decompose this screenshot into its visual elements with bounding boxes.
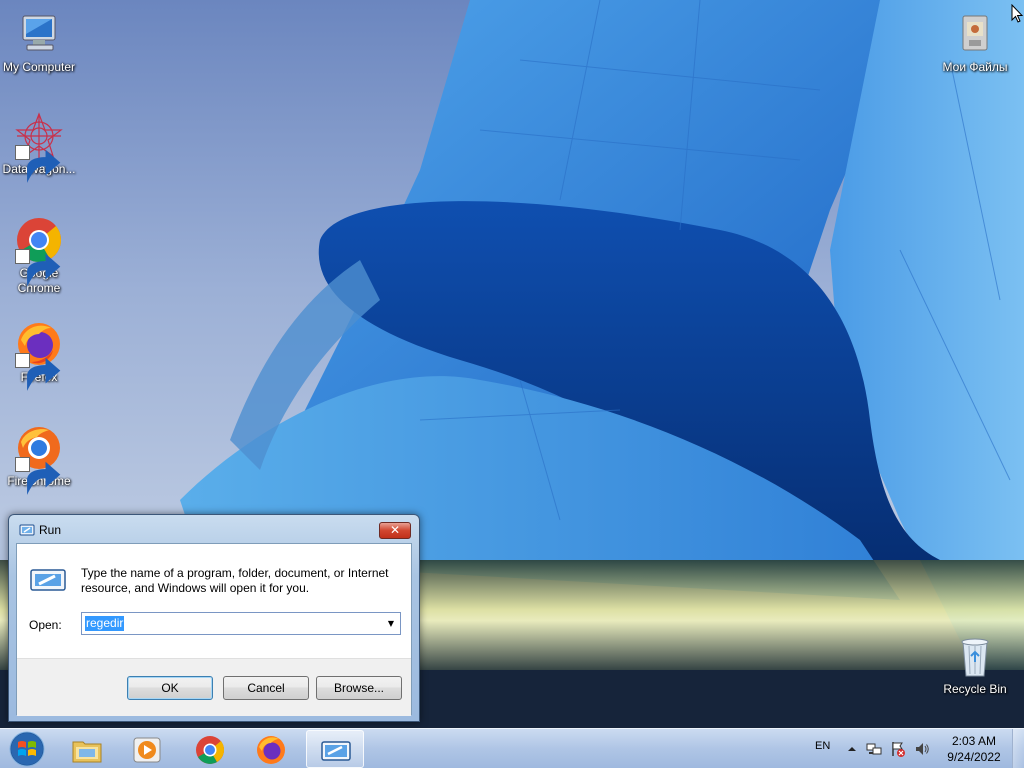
desktop-icon-firefox[interactable]: Firefox [0,320,78,391]
taskbar-run[interactable] [306,730,364,768]
desktop-icon-moi-faily[interactable]: Мои Файлы [936,10,1014,75]
shortcut-arrow-icon [15,145,61,183]
show-hidden-icons-icon[interactable] [844,741,860,757]
open-input-selected-text: regedir [85,616,125,631]
shortcut-arrow-icon [15,353,61,391]
taskbar-chrome[interactable] [181,730,239,768]
run-icon [321,741,351,761]
windows-start-icon [9,731,45,767]
desktop-icon-label: Мои Файлы [942,60,1008,74]
cancel-button[interactable]: Cancel [223,676,309,700]
desktop-icon-label: My Computer [2,60,76,74]
taskbar-media-player[interactable] [118,730,176,768]
shortcut-arrow-icon [15,249,61,287]
clock-date[interactable]: 9/24/2022 [938,750,1010,764]
run-client-area: Type the name of a program, folder, docu… [16,543,412,716]
dropdown-arrow-icon[interactable]: ▼ [384,615,398,632]
open-input[interactable] [84,615,374,632]
open-label: Open: [29,618,62,632]
user-folder-icon [951,10,999,58]
run-icon [19,524,35,536]
firefox-icon [257,736,285,764]
computer-icon [15,10,63,58]
desktop-icon-datawagon[interactable]: DataWagon... [0,112,78,183]
taskbar: EN 2:03 AM 9/24/2022 [0,728,1024,768]
volume-icon[interactable] [914,741,930,757]
recycle-bin-icon [951,632,999,680]
desktop-icon-my-computer[interactable]: My Computer [0,10,78,75]
action-center-flag-icon[interactable] [890,741,906,757]
desktop-icon-firechrome[interactable]: FireChrome [0,424,78,495]
show-desktop-button[interactable] [1012,729,1024,768]
taskbar-explorer[interactable] [58,730,116,768]
desktop-icon-recycle-bin[interactable]: Recycle Bin [936,632,1014,697]
open-combobox[interactable]: regedir ▼ [81,612,401,635]
firefox-icon [15,320,63,391]
desktop-icon-google-chrome[interactable]: Google Chrome [0,216,78,296]
run-dialog: Run ✕ Type the name of a program, folder… [8,514,420,722]
start-button[interactable] [4,729,50,768]
windows-explorer-icon [72,741,102,763]
media-player-icon [133,737,161,763]
close-icon: ✕ [389,523,401,537]
browse-button[interactable]: Browse... [316,676,402,700]
ok-button[interactable]: OK [127,676,213,700]
desktop-icon-label: Recycle Bin [943,682,1007,696]
taskbar-firefox[interactable] [242,730,300,768]
run-titlebar[interactable]: Run ✕ [9,515,419,543]
run-icon [30,569,66,591]
network-icon[interactable] [866,741,882,757]
shortcut-arrow-icon [15,457,61,495]
firechrome-icon [15,424,63,495]
chrome-icon [15,216,63,287]
language-indicator[interactable]: EN [815,740,830,752]
chrome-icon [196,736,225,764]
run-title: Run [39,523,62,537]
clock-time[interactable]: 2:03 AM [938,734,1010,748]
run-description: Type the name of a program, folder, docu… [81,566,389,595]
datawagon-icon [15,112,63,183]
close-button[interactable]: ✕ [379,522,411,539]
mouse-cursor-icon [1011,4,1024,23]
